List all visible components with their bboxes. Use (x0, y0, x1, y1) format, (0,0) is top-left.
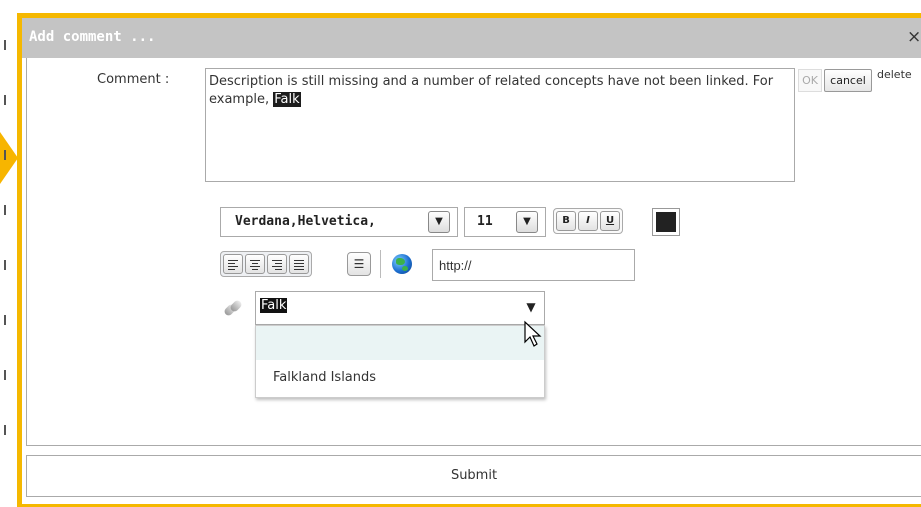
list-item[interactable] (256, 326, 544, 360)
orange-pointer-arrow (0, 132, 18, 184)
toolbar-separator (380, 250, 381, 278)
alignment-group (220, 251, 312, 277)
mouse-cursor-icon (524, 320, 542, 347)
text-format-group: B I U (553, 208, 623, 234)
chevron-down-icon[interactable]: ▼ (428, 211, 450, 233)
link-icon (222, 298, 244, 318)
font-size-select[interactable]: 11 ▼ (464, 207, 546, 237)
comment-selected-text: Falk (273, 92, 301, 107)
concept-search-input[interactable]: Falk ▼ (255, 291, 545, 325)
comment-label: Comment : (97, 72, 170, 87)
ok-button[interactable]: OK (798, 69, 822, 92)
dialog-titlebar: Add comment ... × (22, 18, 921, 58)
chevron-down-icon[interactable]: ▼ (516, 211, 538, 233)
bold-button[interactable]: B (556, 211, 576, 231)
cancel-button[interactable]: cancel (824, 69, 872, 92)
bullet-list-icon[interactable]: ☰ (347, 252, 371, 276)
align-justify-icon[interactable] (289, 254, 309, 274)
align-center-icon[interactable] (245, 254, 265, 274)
underline-button[interactable]: U (600, 211, 620, 231)
comment-textarea[interactable]: Description is still missing and a numbe… (205, 68, 795, 182)
font-size-value: 11 (477, 214, 493, 229)
dialog-title: Add comment ... (29, 29, 156, 45)
submit-button[interactable]: Submit (26, 455, 921, 497)
left-margin-ticks (4, 40, 6, 440)
comment-dialog: Add comment ... × Comment : Description … (17, 13, 921, 507)
globe-icon (392, 254, 412, 274)
concept-search-value: Falk (260, 298, 288, 313)
font-family-value: Verdana,Helvetica, (235, 214, 376, 229)
italic-button[interactable]: I (578, 211, 598, 231)
dialog-body: Comment : Description is still missing a… (26, 58, 921, 446)
text-color-swatch (656, 212, 676, 232)
autocomplete-dropdown: Falkland Islands (255, 325, 545, 398)
chevron-down-icon[interactable]: ▼ (520, 297, 542, 319)
url-input[interactable] (432, 249, 635, 281)
align-left-icon[interactable] (223, 254, 243, 274)
close-icon[interactable]: × (907, 27, 921, 47)
align-right-icon[interactable] (267, 254, 287, 274)
list-item[interactable]: Falkland Islands (256, 360, 544, 385)
font-family-select[interactable]: Verdana,Helvetica, ▼ (220, 207, 458, 237)
text-color-button[interactable] (652, 208, 680, 236)
delete-link[interactable]: delete (877, 68, 912, 81)
